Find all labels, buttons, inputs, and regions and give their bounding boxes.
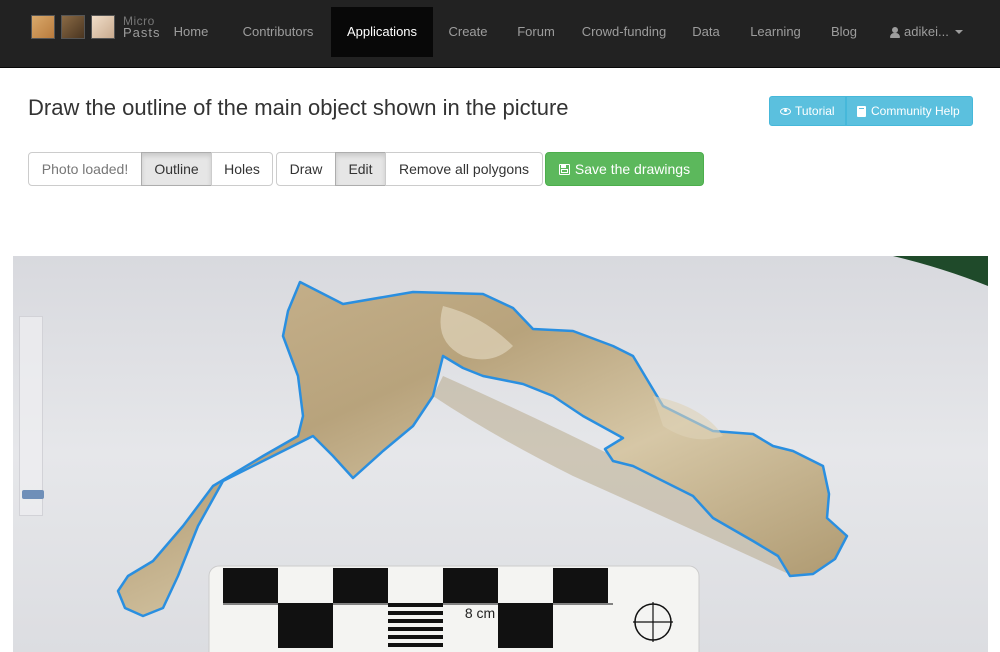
photo-with-outline: 8 cm [13, 256, 988, 652]
holes-button[interactable]: Holes [211, 152, 273, 186]
edit-button-group: Draw Edit Remove all polygons [276, 152, 543, 186]
nav-home[interactable]: Home [160, 7, 222, 57]
scale-bar [208, 565, 700, 652]
user-menu[interactable]: adikei... [890, 7, 963, 57]
brand-line-2: Pasts [123, 25, 161, 40]
tutorial-button[interactable]: Tutorial [769, 96, 846, 126]
caret-down-icon [954, 30, 963, 34]
user-name: adikei... [904, 24, 949, 39]
page-title: Draw the outline of the main object show… [28, 95, 569, 120]
nav-contributors[interactable]: Contributors [226, 7, 330, 57]
community-help-label: Community Help [871, 104, 960, 118]
brand-thumbnail-1 [31, 15, 55, 39]
nav-blog[interactable]: Blog [818, 7, 870, 57]
brand-thumbnail-3 [91, 15, 115, 39]
brand-logo[interactable]: Micro Pasts [31, 14, 161, 40]
mode-button-group: Photo loaded! Outline Holes [28, 152, 273, 186]
top-navbar: Micro Pasts Home Contributors Applicatio… [0, 0, 1000, 68]
nav-forum[interactable]: Forum [503, 7, 569, 57]
user-icon [890, 26, 900, 38]
help-button-group: Tutorial Community Help [769, 96, 973, 126]
floppy-disk-icon [558, 163, 570, 175]
zoom-slider-handle[interactable] [22, 490, 44, 499]
nav-crowdfunding[interactable]: Crowd-funding [569, 7, 679, 57]
photo-status-button: Photo loaded! [28, 152, 142, 186]
tutorial-label: Tutorial [795, 104, 835, 118]
nav-applications[interactable]: Applications [331, 7, 433, 57]
draw-button[interactable]: Draw [276, 152, 336, 186]
book-icon [857, 105, 866, 117]
save-drawings-button[interactable]: Save the drawings [545, 152, 704, 186]
community-help-button[interactable]: Community Help [846, 96, 973, 126]
nav-create[interactable]: Create [433, 7, 503, 57]
nav-data[interactable]: Data [679, 7, 733, 57]
remove-all-polygons-button[interactable]: Remove all polygons [385, 152, 543, 186]
zoom-slider-track[interactable] [19, 316, 43, 516]
edit-button[interactable]: Edit [335, 152, 386, 186]
brand-thumbnail-2 [61, 15, 85, 39]
scale-label: 8 cm [465, 605, 495, 621]
drawing-canvas[interactable]: 8 cm [13, 256, 988, 652]
save-drawings-label: Save the drawings [574, 161, 691, 177]
eye-icon [780, 107, 791, 115]
main-nav: Home Contributors Applications Create Fo… [160, 7, 870, 57]
brand-text: Micro Pasts [123, 15, 161, 39]
nav-learning[interactable]: Learning [733, 7, 818, 57]
outline-button[interactable]: Outline [141, 152, 212, 186]
